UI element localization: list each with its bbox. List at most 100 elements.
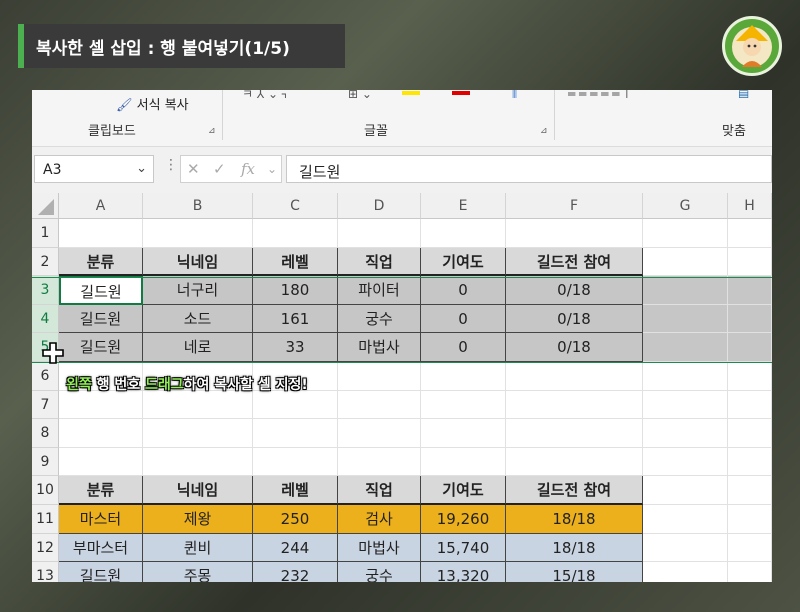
select-all-corner[interactable] (32, 193, 59, 219)
cell[interactable] (338, 219, 421, 248)
table-cell[interactable]: 232 (253, 562, 338, 582)
cell[interactable] (338, 362, 421, 391)
active-cell[interactable]: 길드원 (59, 276, 143, 305)
cell[interactable] (728, 419, 772, 448)
row-header-3[interactable]: 3 (32, 276, 59, 305)
cell[interactable] (143, 219, 253, 248)
chevron-down-icon[interactable]: ⌄ (136, 161, 147, 176)
table-header-cell[interactable]: 직업 (338, 476, 421, 505)
table-cell[interactable]: 검사 (338, 505, 421, 534)
cell[interactable] (421, 362, 506, 391)
cell[interactable] (253, 447, 338, 477)
table-cell[interactable]: 소드 (143, 304, 253, 334)
table-cell[interactable]: 13,320 (421, 562, 506, 582)
cell[interactable] (59, 390, 143, 420)
table-cell[interactable]: 네로 (143, 333, 253, 362)
text-direction-icon[interactable]: ⫴ (512, 90, 532, 98)
column-header-g[interactable]: G (643, 193, 728, 219)
cell[interactable] (728, 219, 772, 248)
cell[interactable] (643, 476, 728, 505)
column-header-e[interactable]: E (421, 193, 506, 219)
table-cell[interactable]: 제왕 (143, 505, 253, 534)
table-cell[interactable]: 주몽 (143, 562, 253, 582)
border-icon[interactable]: ⊞ ⌄ (348, 90, 388, 98)
table-header-cell[interactable]: 닉네임 (143, 476, 253, 505)
table-cell[interactable]: 마법사 (338, 533, 421, 563)
cell[interactable] (59, 219, 143, 248)
row-header-7[interactable]: 7 (32, 390, 59, 420)
cell[interactable] (643, 419, 728, 448)
cell[interactable] (643, 533, 728, 563)
table-cell[interactable]: 궁수 (338, 562, 421, 582)
cell[interactable] (643, 219, 728, 248)
cell[interactable] (643, 447, 728, 477)
table-cell[interactable]: 15,740 (421, 533, 506, 563)
table-cell[interactable]: 244 (253, 533, 338, 563)
cell[interactable] (421, 419, 506, 448)
format-painter-button[interactable]: 🖌 서식 복사 (116, 94, 189, 113)
clipboard-launcher-icon[interactable]: ⊿ (208, 126, 216, 136)
table-cell[interactable]: 부마스터 (59, 533, 143, 563)
cell[interactable] (338, 419, 421, 448)
cell[interactable] (728, 476, 772, 505)
cell[interactable] (506, 362, 643, 391)
table-cell[interactable]: 궁수 (338, 304, 421, 334)
insert-function-icon[interactable]: fx (241, 160, 255, 178)
cell[interactable] (143, 447, 253, 477)
table-header-cell[interactable]: 길드전 참여 (506, 476, 643, 505)
table-cell[interactable]: 15/18 (506, 562, 643, 582)
table-header-cell[interactable]: 기여도 (421, 247, 506, 277)
row-header-4[interactable]: 4 (32, 304, 59, 334)
more-icon[interactable]: ⋮ (164, 157, 178, 173)
enter-icon[interactable]: ✓ (213, 160, 226, 178)
cell[interactable] (643, 304, 728, 334)
cell[interactable] (728, 533, 772, 563)
row-header-9[interactable]: 9 (32, 447, 59, 477)
table-cell[interactable]: 마법사 (338, 333, 421, 362)
table-cell[interactable]: 길드원 (59, 562, 143, 582)
cell[interactable] (643, 362, 728, 391)
table-cell[interactable]: 180 (253, 276, 338, 305)
table-cell[interactable]: 너구리 (143, 276, 253, 305)
table-cell[interactable]: 0/18 (506, 304, 643, 334)
table-cell[interactable]: 길드원 (59, 304, 143, 334)
cell[interactable] (506, 219, 643, 248)
cell[interactable] (643, 505, 728, 534)
row-header-2[interactable]: 2 (32, 247, 59, 277)
cell[interactable] (728, 362, 772, 391)
wrap-text-icon[interactable]: ▤ (738, 90, 768, 98)
table-cell[interactable]: 퀸비 (143, 533, 253, 563)
fill-color-icon[interactable] (400, 90, 436, 98)
row-header-1[interactable]: 1 (32, 219, 59, 248)
cell[interactable] (643, 562, 728, 582)
formula-input[interactable]: 길드원 (286, 155, 772, 183)
column-header-h[interactable]: H (728, 193, 772, 219)
row-header-10[interactable]: 10 (32, 476, 59, 505)
cell[interactable] (728, 304, 772, 334)
table-cell[interactable]: 0 (421, 333, 506, 362)
table-header-cell[interactable]: 닉네임 (143, 247, 253, 277)
cell[interactable] (728, 247, 772, 277)
cell[interactable] (506, 390, 643, 420)
table-cell[interactable]: 161 (253, 304, 338, 334)
cell[interactable] (643, 390, 728, 420)
table-cell[interactable]: 18/18 (506, 533, 643, 563)
cell[interactable] (728, 390, 772, 420)
table-cell[interactable]: 0/18 (506, 333, 643, 362)
column-header-a[interactable]: A (59, 193, 143, 219)
table-cell[interactable]: 0/18 (506, 276, 643, 305)
table-cell[interactable]: 19,260 (421, 505, 506, 534)
row-header-13[interactable]: 13 (32, 562, 59, 582)
cell[interactable] (421, 219, 506, 248)
cell[interactable] (59, 447, 143, 477)
cell[interactable] (253, 419, 338, 448)
column-header-f[interactable]: F (506, 193, 643, 219)
spreadsheet-grid[interactable]: A B C D E F G H 1 2 3 4 5 6 7 8 9 10 11 12 13 분류 닉네임 레벨 직업 기여도 길드전… (32, 193, 772, 582)
table-cell[interactable]: 길드원 (59, 333, 143, 362)
table-cell[interactable]: 33 (253, 333, 338, 362)
column-header-c[interactable]: C (253, 193, 338, 219)
table-header-cell[interactable]: 레벨 (253, 476, 338, 505)
cell[interactable] (253, 219, 338, 248)
align-icon[interactable]: ═ ═ ═ ═ ═ │ (568, 90, 728, 98)
table-cell[interactable]: 18/18 (506, 505, 643, 534)
